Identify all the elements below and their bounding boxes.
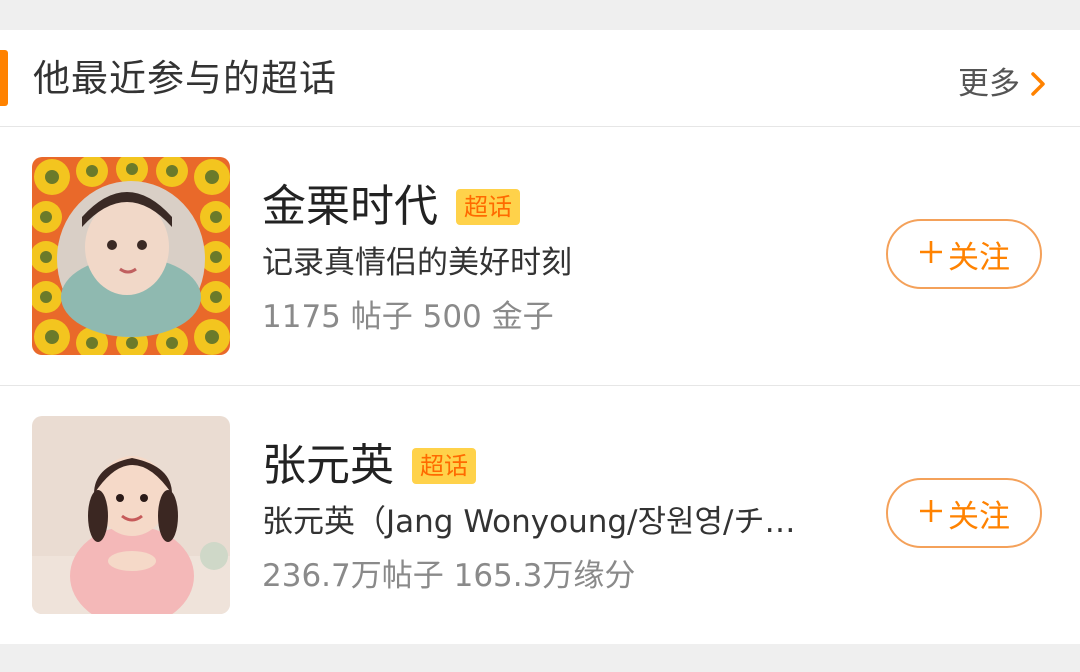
plus-icon <box>918 496 944 530</box>
follow-button[interactable]: 关注 <box>886 478 1042 548</box>
topic-name[interactable]: 金栗时代 <box>262 179 438 235</box>
follow-label: 关注 <box>948 498 1010 535</box>
follow-button[interactable]: 关注 <box>886 219 1042 289</box>
more-link[interactable]: 更多 <box>958 64 1048 104</box>
plus-icon <box>918 237 944 271</box>
super-topic-card: 他最近参与的超话 更多 金栗时代 超话 记录真情侣的美好时刻 1175 帖子 5… <box>0 30 1080 644</box>
topic-avatar[interactable] <box>32 416 230 614</box>
accent-bar <box>0 50 8 106</box>
topic-avatar[interactable] <box>32 157 230 355</box>
super-topic-badge: 超话 <box>456 189 520 225</box>
topic-stats: 236.7万帖子 165.3万缘分 <box>262 558 636 594</box>
section-header: 他最近参与的超话 更多 <box>0 30 1080 127</box>
topic-name-line: 金栗时代 超话 <box>262 179 520 235</box>
topic-name-line: 张元英 超话 <box>262 438 476 494</box>
topic-description: 记录真情侣的美好时刻 <box>262 245 572 281</box>
more-label: 更多 <box>958 66 1020 102</box>
topic-name[interactable]: 张元英 <box>262 438 394 494</box>
topic-row[interactable]: 金栗时代 超话 记录真情侣的美好时刻 1175 帖子 500 金子 关注 <box>0 127 1080 386</box>
topic-description: 张元英（Jang Wonyoung/장원영/チ… <box>262 504 796 540</box>
section-title: 他最近参与的超话 <box>33 57 337 100</box>
chevron-right-icon <box>1028 69 1048 99</box>
follow-label: 关注 <box>948 239 1010 276</box>
topic-stats: 1175 帖子 500 金子 <box>262 299 554 335</box>
super-topic-badge: 超话 <box>412 448 476 484</box>
topic-row[interactable]: 张元英 超话 张元英（Jang Wonyoung/장원영/チ… 236.7万帖子… <box>0 386 1080 644</box>
